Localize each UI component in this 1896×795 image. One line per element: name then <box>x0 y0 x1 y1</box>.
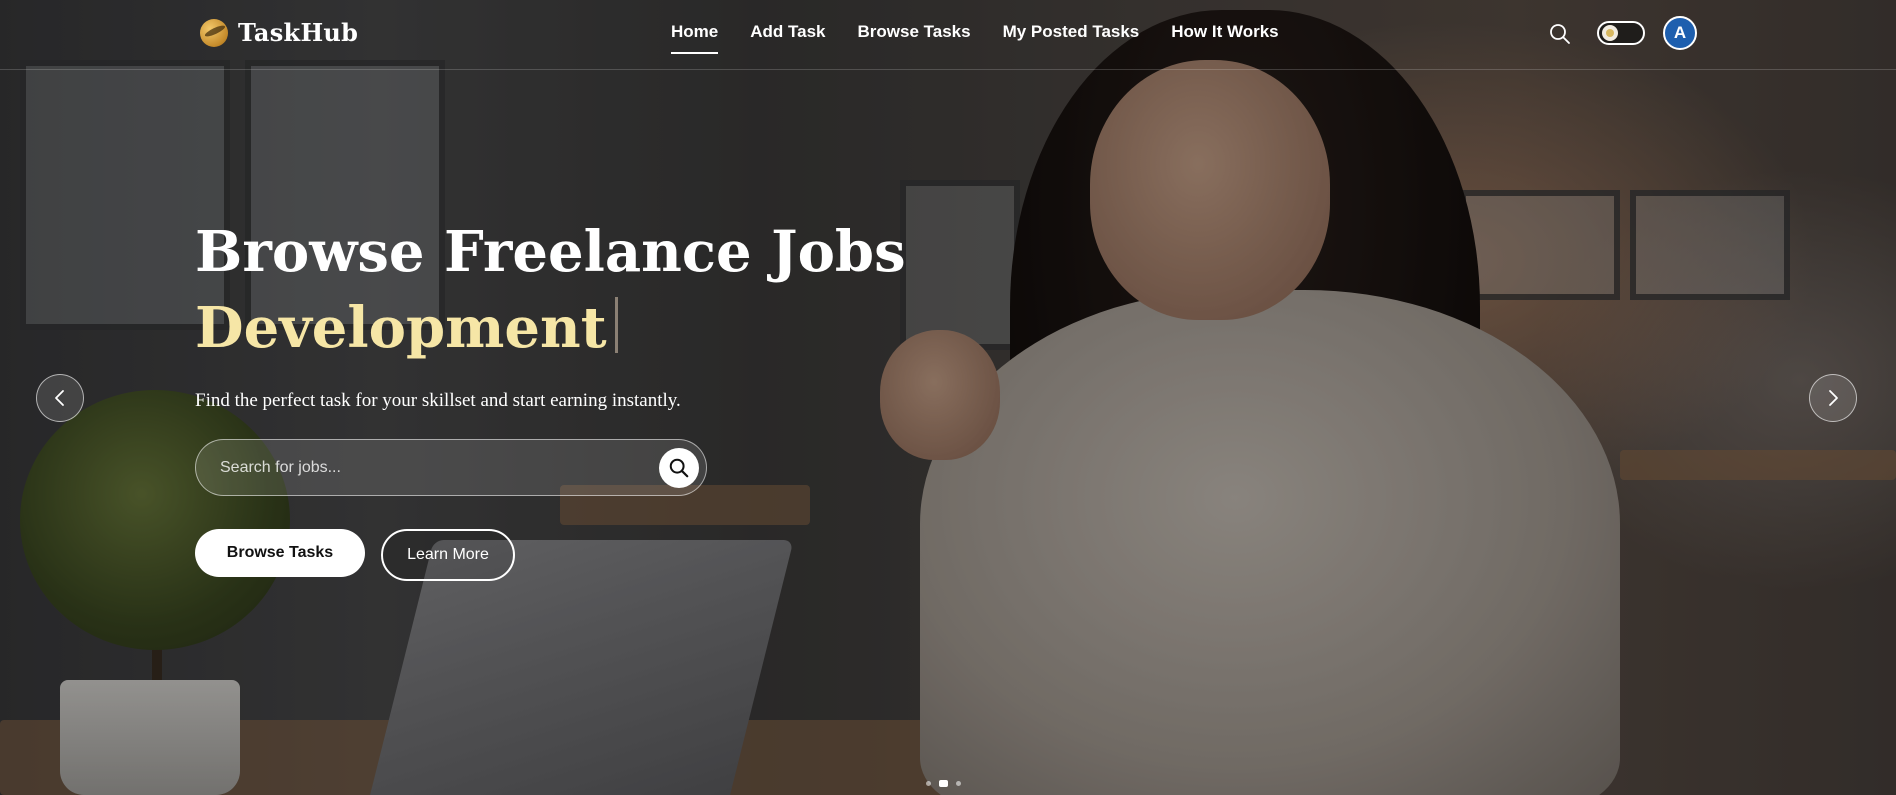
header-search-button[interactable] <box>1548 22 1572 46</box>
nav-how-it-works[interactable]: How It Works <box>1171 22 1278 56</box>
hero-subtitle: Find the perfect task for your skillset … <box>195 390 681 411</box>
carousel-prev-button[interactable] <box>36 374 84 422</box>
hero-title-line2: Development <box>195 290 906 366</box>
avatar-initial: A <box>1673 23 1687 42</box>
brand-logo[interactable]: TaskHub <box>200 18 358 47</box>
site-header: TaskHub Home Add Task Browse Tasks My Po… <box>0 0 1896 70</box>
brand-name: TaskHub <box>238 18 359 47</box>
carousel-dot[interactable] <box>926 781 931 786</box>
search-icon <box>669 458 689 478</box>
chevron-right-icon <box>1829 390 1838 406</box>
hero-title-line1: Browse Freelance Jobs <box>195 219 906 285</box>
nav-my-posted-tasks[interactable]: My Posted Tasks <box>1003 22 1140 56</box>
carousel-pagination <box>926 780 961 787</box>
job-search-input[interactable] <box>220 457 640 479</box>
hero-title: Browse Freelance Jobs Development <box>195 214 906 366</box>
main-nav: Home Add Task Browse Tasks My Posted Tas… <box>671 22 1279 56</box>
logo-icon <box>200 18 228 47</box>
carousel-dot-active[interactable] <box>939 780 948 787</box>
browse-tasks-button[interactable]: Browse Tasks <box>195 529 365 577</box>
nav-home[interactable]: Home <box>671 22 719 56</box>
job-search-bar <box>195 439 707 496</box>
typing-cursor <box>614 297 618 353</box>
job-search-submit[interactable] <box>659 448 699 488</box>
carousel-next-button[interactable] <box>1809 374 1857 422</box>
theme-toggle[interactable] <box>1597 21 1645 45</box>
learn-more-button[interactable]: Learn More <box>381 529 515 581</box>
nav-add-task[interactable]: Add Task <box>750 22 825 56</box>
chevron-left-icon <box>55 390 64 406</box>
user-avatar[interactable]: A <box>1663 16 1697 50</box>
search-icon <box>1550 24 1570 44</box>
nav-browse-tasks[interactable]: Browse Tasks <box>858 22 971 56</box>
hero-title-typed-word: Development <box>195 295 607 361</box>
sun-icon <box>1602 25 1618 41</box>
carousel-dot[interactable] <box>956 781 961 786</box>
